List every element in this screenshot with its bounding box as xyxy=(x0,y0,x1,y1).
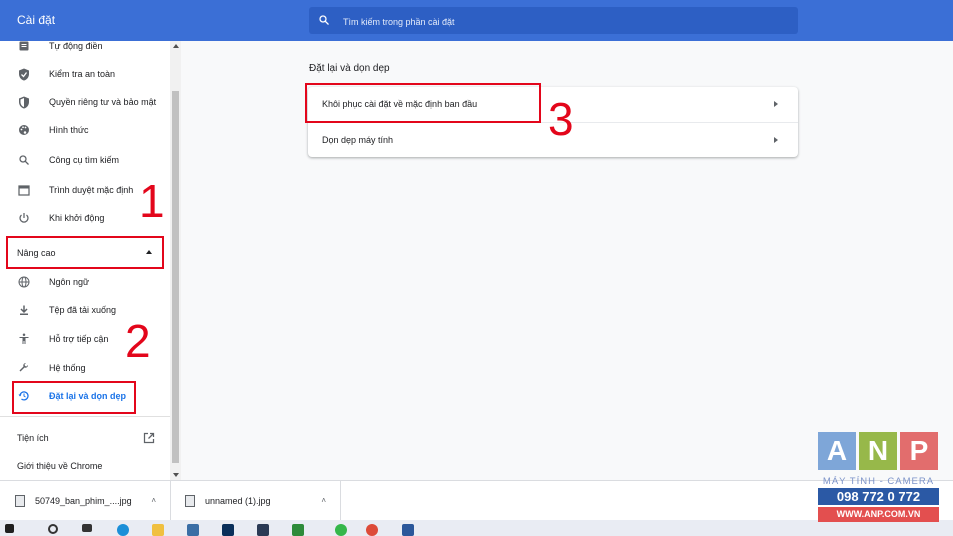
sidebar-item-label: Giới thiệu về Chrome xyxy=(17,461,103,471)
download-icon xyxy=(17,303,31,317)
sidebar-item-about[interactable]: Giới thiệu về Chrome xyxy=(0,453,168,479)
store-icon[interactable] xyxy=(187,524,199,536)
scroll-down-icon[interactable] xyxy=(173,473,179,477)
logo-letter: P xyxy=(900,432,938,470)
sidebar-item-autofill[interactable]: Tự động điền xyxy=(0,41,168,59)
open-in-new-icon xyxy=(143,432,155,446)
power-icon xyxy=(17,211,31,225)
task-view-icon[interactable] xyxy=(82,524,92,532)
download-bar: 50749_ban_phim_....jpg ˄ unnamed (1).jpg… xyxy=(0,480,953,521)
line-icon[interactable] xyxy=(335,524,347,536)
autofill-icon xyxy=(17,41,31,53)
scroll-up-icon[interactable] xyxy=(173,44,179,48)
chevron-up-icon[interactable]: ˄ xyxy=(151,496,156,505)
sidebar-item-extensions[interactable]: Tiện ích xyxy=(0,425,168,451)
search-icon[interactable] xyxy=(318,14,330,26)
sidebar-item-label: Tiện ích xyxy=(17,433,49,443)
app-icon[interactable] xyxy=(292,524,304,536)
scroll-thumb[interactable] xyxy=(172,91,179,463)
file-icon xyxy=(185,495,195,507)
logo-phone: 098 772 0 772 xyxy=(818,488,939,505)
sidebar-item-label: Kiểm tra an toàn xyxy=(49,69,116,79)
arrow-right-icon xyxy=(774,101,778,107)
sidebar-item-label: Công cụ tìm kiếm xyxy=(49,155,120,165)
sidebar-item-label: Quyền riêng tư và bảo mật xyxy=(49,97,157,107)
page-title: Cài đặt xyxy=(17,13,56,27)
step-number-1: 1 xyxy=(139,175,165,227)
search-box[interactable] xyxy=(309,7,798,36)
windows-taskbar xyxy=(0,520,953,536)
sidebar-item-label: Hỗ trợ tiếp cận xyxy=(49,334,109,344)
search-icon xyxy=(17,153,31,167)
sidebar-scrollbar[interactable] xyxy=(170,41,181,480)
sidebar-item-safety-check[interactable]: Kiểm tra an toàn xyxy=(0,61,168,87)
sidebar-item-label: Tự động điền xyxy=(49,41,103,51)
download-filename: 50749_ban_phim_....jpg xyxy=(35,496,132,506)
logo-letter: N xyxy=(859,432,897,470)
file-icon xyxy=(15,495,25,507)
download-filename: unnamed (1).jpg xyxy=(205,496,271,506)
lightroom-icon[interactable] xyxy=(257,524,269,536)
globe-icon xyxy=(17,275,31,289)
highlight-box-reset xyxy=(12,381,136,414)
sidebar-item-privacy[interactable]: Quyền riêng tư và bảo mật xyxy=(0,89,168,115)
logo-website: WWW.ANP.COM.VN xyxy=(818,507,939,522)
step-number-3: 3 xyxy=(548,93,574,145)
anp-watermark-logo: A N P MÁY TÍNH - CAMERA 098 772 0 772 WW… xyxy=(818,432,939,524)
row-label: Dọn dẹp máy tính xyxy=(322,135,394,145)
photoshop-icon[interactable] xyxy=(222,524,234,536)
search-icon[interactable] xyxy=(48,524,58,534)
windows-start-icon[interactable] xyxy=(5,524,14,533)
shield-check-icon xyxy=(17,67,31,81)
download-item[interactable]: 50749_ban_phim_....jpg ˄ xyxy=(0,481,171,521)
browser-icon xyxy=(17,183,31,197)
accessibility-icon xyxy=(17,332,31,346)
chevron-up-icon[interactable]: ˄ xyxy=(321,496,326,505)
sidebar-item-label: Hệ thống xyxy=(49,363,86,373)
logo-letter: A xyxy=(818,432,856,470)
folder-icon[interactable] xyxy=(152,524,164,536)
download-item[interactable]: unnamed (1).jpg ˄ xyxy=(170,481,341,521)
highlight-box-advanced xyxy=(6,236,164,269)
search-input[interactable] xyxy=(341,7,785,36)
chrome-icon[interactable] xyxy=(366,524,378,536)
sidebar-item-search-engine[interactable]: Công cụ tìm kiếm xyxy=(0,147,168,173)
section-heading: Đặt lại và dọn dẹp xyxy=(309,63,390,74)
sidebar-item-label: Ngôn ngữ xyxy=(49,277,90,287)
arrow-right-icon xyxy=(774,137,778,143)
sidebar-item-label: Khi khởi động xyxy=(49,213,105,223)
logo-tagline: MÁY TÍNH - CAMERA xyxy=(822,476,935,487)
sidebar-item-appearance[interactable]: Hình thức xyxy=(0,117,168,143)
edge-icon[interactable] xyxy=(117,524,129,536)
palette-icon xyxy=(17,123,31,137)
sidebar-item-label: Trình duyệt mặc định xyxy=(49,185,134,195)
wrench-icon xyxy=(17,361,31,375)
sidebar-item-label: Hình thức xyxy=(49,125,89,135)
sidebar-item-label: Tệp đã tải xuống xyxy=(49,305,117,315)
shield-icon xyxy=(17,95,31,109)
sidebar-item-languages[interactable]: Ngôn ngữ xyxy=(0,269,168,295)
settings-header: Cài đặt xyxy=(0,0,953,41)
step-number-2: 2 xyxy=(125,315,151,367)
word-icon[interactable] xyxy=(402,524,414,536)
highlight-box-restore xyxy=(305,83,541,123)
divider xyxy=(0,416,170,417)
